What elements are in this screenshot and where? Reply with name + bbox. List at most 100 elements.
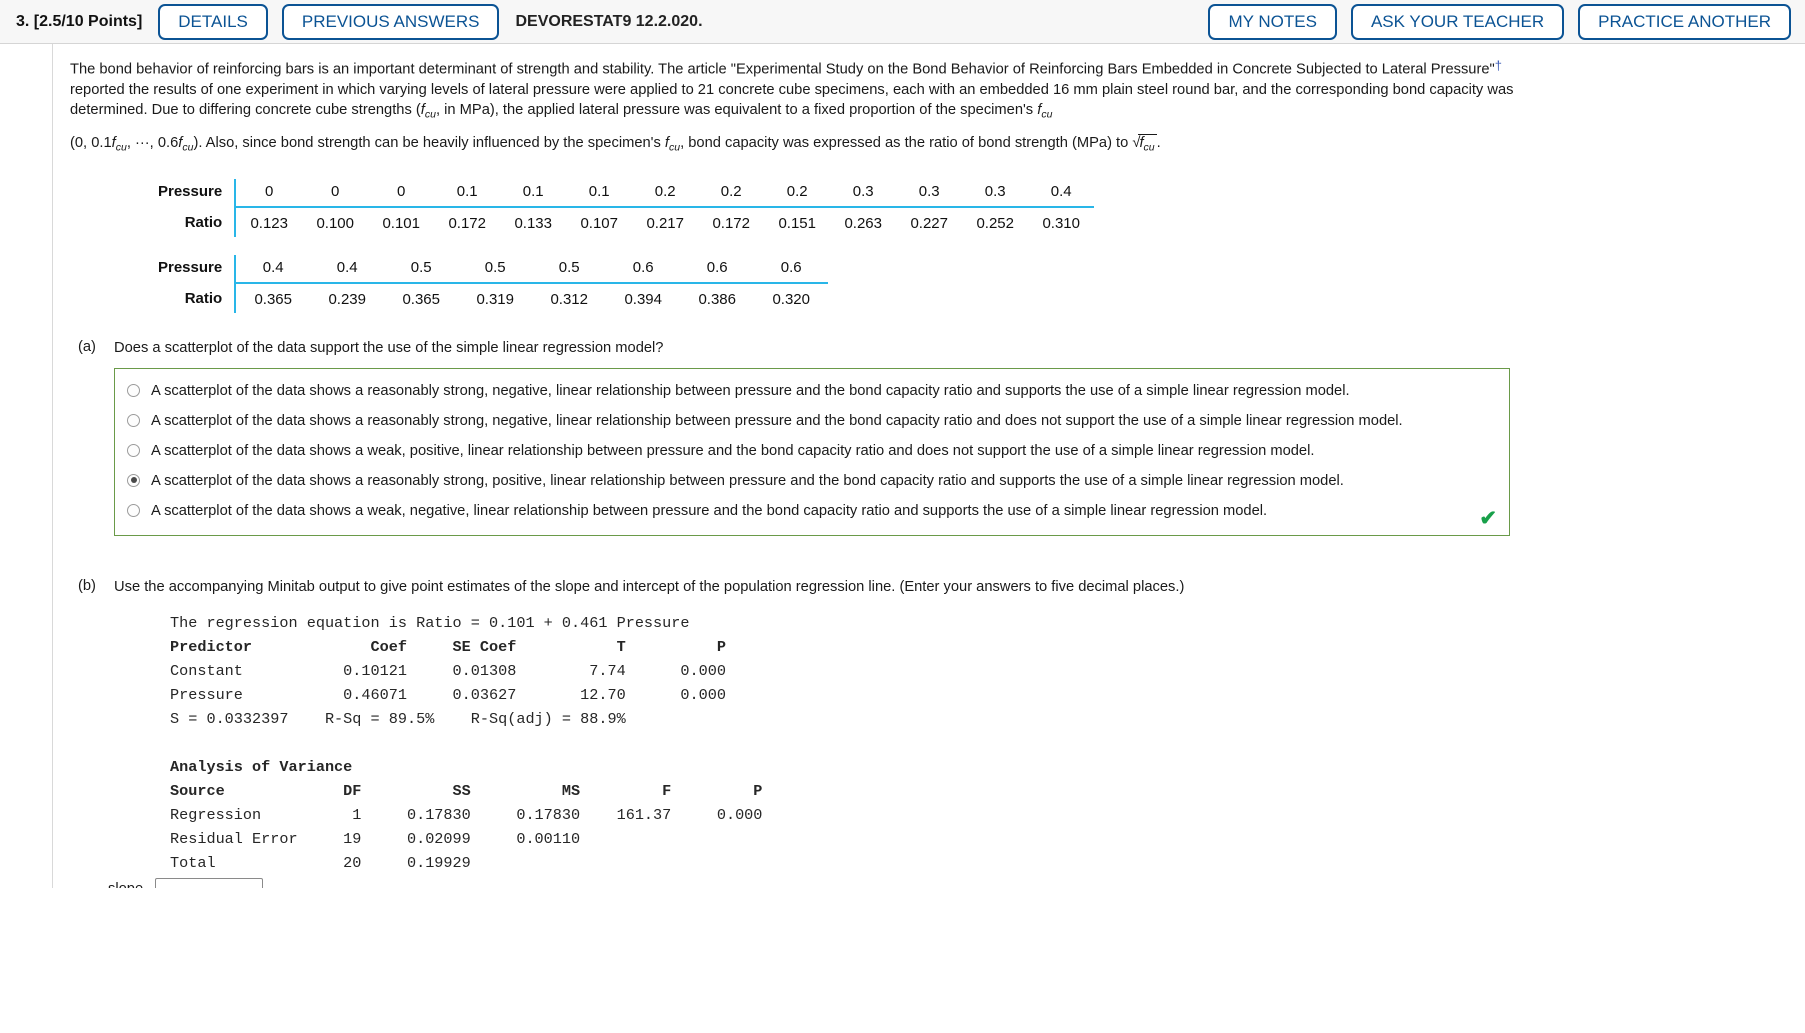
table2-ratio-label: Ratio — [158, 282, 237, 313]
part-b-block: (b) Use the accompanying Minitab output … — [70, 578, 1540, 875]
table1-ratio-cell: 0.263 — [844, 214, 882, 232]
table2-pressure-label: Pressure — [158, 254, 237, 283]
practice-another-button[interactable]: PRACTICE ANOTHER — [1578, 3, 1791, 40]
details-button[interactable]: DETAILS — [158, 3, 268, 40]
radio-option-2[interactable] — [127, 413, 140, 427]
data-table-2-wrapper: Pressure 0.4 0.4 0.5 0.5 0.5 0.6 0.6 0.6… — [158, 254, 1540, 313]
table-row: Ratio 0.123 0.100 0.101 0.172 0.133 0.10… — [158, 206, 1094, 237]
table1-ratio-cell: 0.310 — [1042, 214, 1080, 232]
radio-option-3[interactable] — [127, 443, 140, 457]
table2-ratio-cell: 0.394 — [624, 290, 662, 308]
table2-pressure-cell: 0.6 — [680, 254, 755, 284]
table1-pressure-cell: 0.1 — [434, 178, 501, 208]
header-actions: MY NOTES ASK YOUR TEACHER PRACTICE ANOTH… — [1194, 3, 1805, 40]
minitab-anova-title: Analysis of Variance — [170, 757, 353, 776]
question-code: DEVORESTAT9 12.2.020. — [515, 12, 703, 30]
table1-ratio-cell: 0.172 — [448, 214, 486, 232]
table2-ratio-cell: 0.239 — [328, 290, 366, 308]
part-a-question: Does a scatterplot of the data support t… — [114, 339, 664, 356]
cu-subscript-1: cu — [424, 108, 436, 121]
table1-pressure-cell: 0.3 — [896, 178, 963, 208]
table1-pressure-cell: 0.4 — [1028, 178, 1095, 208]
table2-ratio-cell: 0.365 — [402, 290, 440, 308]
minitab-residual-row: Residual Error 19 0.02099 0.00110 — [170, 829, 581, 848]
option-row[interactable]: A scatterplot of the data shows a reason… — [125, 471, 1499, 491]
points-label: 3. [2.5/10 Points] — [16, 12, 143, 30]
part-b-label: (b) — [78, 577, 96, 594]
minitab-equation: The regression equation is Ratio = 0.101… — [170, 613, 690, 632]
part-a-block: (a) Does a scatterplot of the data suppo… — [70, 339, 1540, 536]
previous-answers-button[interactable]: PREVIOUS ANSWERS — [281, 3, 500, 40]
cu-subscript-3: cu — [115, 142, 127, 155]
problem-text-part-3: , in MPa), the applied lateral pressure … — [435, 102, 1038, 119]
table2-pressure-cell: 0.5 — [458, 254, 533, 284]
option-label: A scatterplot of the data shows a reason… — [151, 412, 1403, 429]
table1-pressure-cell: 0.2 — [764, 178, 831, 208]
minitab-total-row: Total 20 0.19929 — [170, 853, 471, 872]
table2-ratio-cell: 0.320 — [772, 290, 810, 308]
table1-pressure-cell: 0.1 — [566, 178, 633, 208]
problem-text-part-6: ). Also, since bond strength can be heav… — [193, 135, 665, 152]
radio-option-4[interactable] — [127, 473, 140, 487]
footnote-dagger-icon: † — [1494, 58, 1502, 73]
table1-pressure-cell: 0.3 — [830, 178, 897, 208]
table1-pressure-cell: 0.2 — [632, 178, 699, 208]
table1-pressure-cell: 0 — [235, 178, 303, 208]
table-row: Pressure 0 0 0 0.1 0.1 0.1 0.2 0.2 0.2 0… — [158, 178, 1095, 208]
option-label: A scatterplot of the data shows a weak, … — [151, 442, 1315, 459]
table1-pressure-cell: 0 — [302, 178, 369, 208]
part-a-answer-box: A scatterplot of the data shows a reason… — [114, 367, 1510, 536]
part-b-question: Use the accompanying Minitab output to g… — [114, 578, 1185, 595]
table2-ratio-cell: 0.312 — [550, 290, 588, 308]
minitab-pressure-row: Pressure 0.46071 0.03627 12.70 0.000 — [170, 685, 726, 704]
table1-ratio-label: Ratio — [158, 206, 237, 237]
data-table-1: Pressure 0 0 0 0.1 0.1 0.1 0.2 0.2 0.2 0… — [158, 178, 1095, 237]
table1-pressure-cell: 0 — [368, 178, 435, 208]
radio-option-1[interactable] — [127, 383, 140, 397]
table2-ratio-cell: 0.365 — [254, 290, 292, 308]
problem-text-part-5: , ···, 0.6 — [126, 135, 179, 152]
minitab-source-header: Source DF SS MS F P — [170, 781, 763, 800]
table2-pressure-cell: 0.6 — [606, 254, 681, 284]
problem-text-part-7: , bond capacity was expressed as the rat… — [680, 135, 1133, 152]
table1-ratio-cell: 0.172 — [712, 214, 750, 232]
table2-pressure-cell: 0.5 — [384, 254, 459, 284]
option-label: A scatterplot of the data shows a weak, … — [151, 502, 1268, 519]
option-row[interactable]: A scatterplot of the data shows a weak, … — [125, 501, 1499, 521]
table1-ratio-cell: 0.101 — [382, 214, 420, 232]
option-label: A scatterplot of the data shows a reason… — [151, 382, 1350, 399]
option-row[interactable]: A scatterplot of the data shows a weak, … — [125, 441, 1499, 461]
radio-option-5[interactable] — [127, 503, 140, 517]
table1-pressure-cell: 0.2 — [698, 178, 765, 208]
part-a-label: (a) — [78, 338, 96, 355]
table1-ratio-cell: 0.107 — [580, 214, 618, 232]
table1-pressure-label: Pressure — [158, 178, 237, 207]
minitab-constant-row: Constant 0.10121 0.01308 7.74 0.000 — [170, 661, 726, 680]
table2-ratio-cell: 0.319 — [476, 290, 514, 308]
problem-text-part-8: . — [1156, 135, 1161, 152]
table2-pressure-cell: 0.5 — [532, 254, 607, 284]
table2-pressure-cell: 0.4 — [235, 254, 311, 284]
table1-pressure-cell: 0.1 — [500, 178, 567, 208]
table1-ratio-cell: 0.100 — [316, 214, 354, 232]
question-header-bar: 3. [2.5/10 Points] DETAILS PREVIOUS ANSW… — [0, 0, 1805, 44]
viewport-clip — [0, 888, 1805, 1033]
cu-subscript-5: cu — [668, 142, 681, 155]
table1-ratio-cell: 0.133 — [514, 214, 552, 232]
left-margin-rule — [52, 44, 53, 1033]
table2-ratio-cell: 0.386 — [698, 290, 736, 308]
cu-subscript-4: cu — [182, 142, 194, 155]
problem-statement: The bond behavior of reinforcing bars is… — [70, 56, 1540, 125]
my-notes-button[interactable]: MY NOTES — [1208, 3, 1337, 40]
table1-ratio-cell: 0.227 — [910, 214, 948, 232]
option-row[interactable]: A scatterplot of the data shows a reason… — [125, 411, 1499, 431]
minitab-regression-row: Regression 1 0.17830 0.17830 161.37 0.00… — [170, 805, 763, 824]
option-row[interactable]: A scatterplot of the data shows a reason… — [125, 381, 1499, 401]
problem-content: The bond behavior of reinforcing bars is… — [70, 56, 1540, 875]
ask-your-teacher-button[interactable]: ASK YOUR TEACHER — [1350, 3, 1565, 40]
table1-pressure-cell: 0.3 — [962, 178, 1029, 208]
minitab-s-row: S = 0.0332397 R-Sq = 89.5% R-Sq(adj) = 8… — [170, 709, 626, 728]
option-label: A scatterplot of the data shows a reason… — [151, 472, 1344, 489]
cu-subscript-2: cu — [1041, 108, 1053, 121]
problem-statement-line2: (0, 0.1fcu, ···, 0.6fcu). Also, since bo… — [70, 133, 1540, 158]
